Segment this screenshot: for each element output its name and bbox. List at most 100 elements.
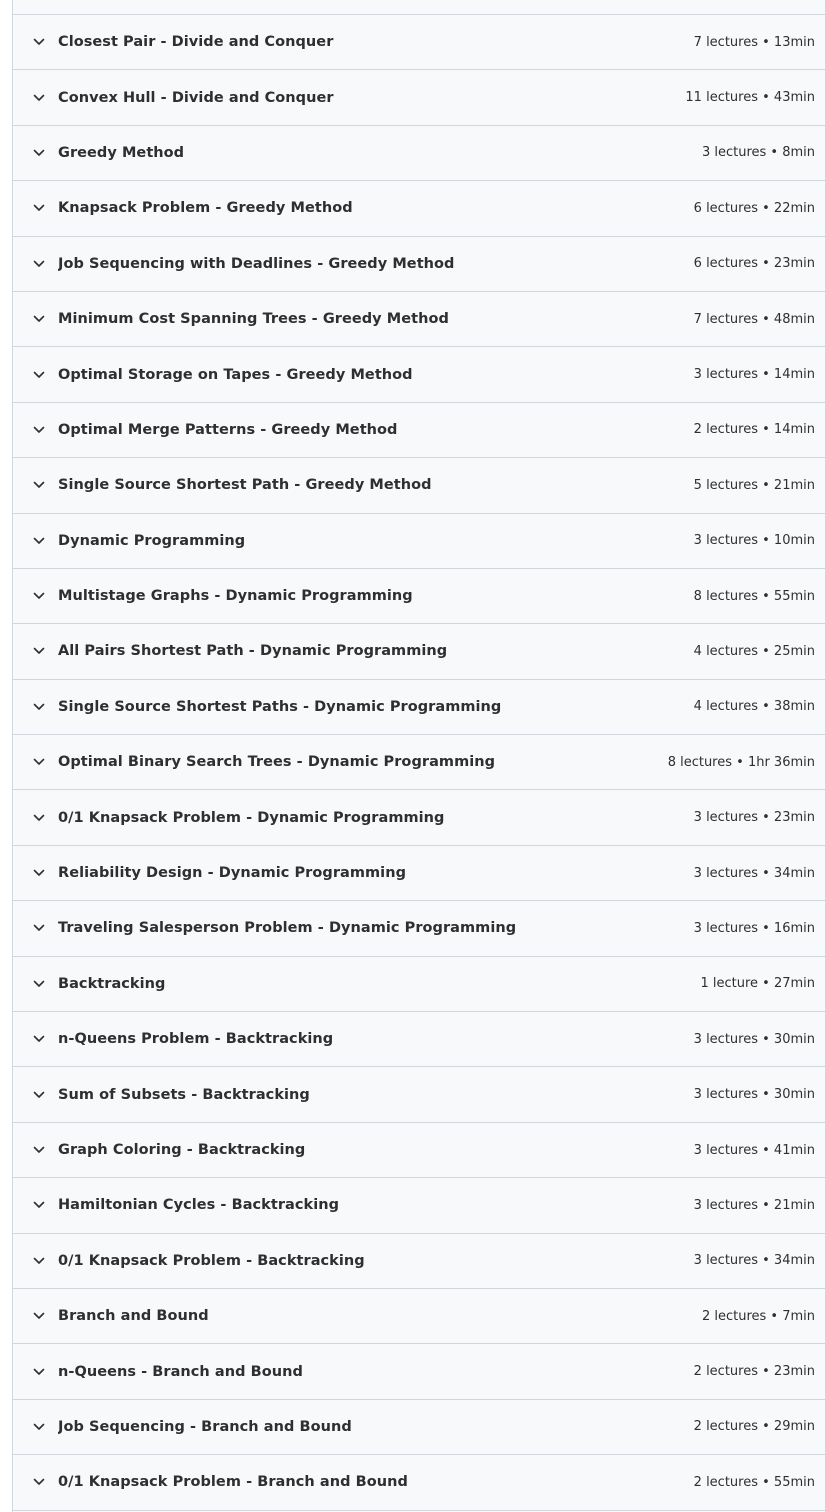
section-toggle-13[interactable]: Single Source Shortest Paths - Dynamic P… bbox=[13, 679, 825, 736]
section-toggle-21[interactable]: Graph Coloring - Backtracking 3 lectures… bbox=[13, 1122, 825, 1179]
chevron-down-icon bbox=[33, 701, 45, 713]
section-content-summary: 7 lectures • 48min bbox=[693, 311, 815, 327]
section-toggle-10[interactable]: Dynamic Programming 3 lectures • 10min bbox=[13, 513, 825, 569]
chevron-down-icon bbox=[33, 258, 45, 270]
chevron-down-icon bbox=[33, 1144, 45, 1156]
chevron-down-icon bbox=[33, 535, 45, 547]
previous-section-edge bbox=[13, 0, 825, 15]
section-toggle-18[interactable]: Backtracking 1 lecture • 27min bbox=[13, 956, 825, 1013]
section-content-summary: 1 lecture • 27min bbox=[700, 976, 815, 992]
section-title: All Pairs Shortest Path - Dynamic Progra… bbox=[58, 643, 448, 660]
section-title: Reliability Design - Dynamic Programming bbox=[58, 865, 406, 882]
chevron-down-icon bbox=[33, 645, 45, 657]
chevron-down-icon bbox=[33, 92, 45, 104]
chevron-down-icon bbox=[33, 1366, 45, 1378]
chevron-down-icon bbox=[33, 1310, 45, 1322]
section-title: Greedy Method bbox=[58, 144, 185, 161]
section-content-summary: 3 lectures • 21min bbox=[693, 1197, 815, 1213]
section-toggle-1[interactable]: Closest Pair - Divide and Conquer 7 lect… bbox=[13, 15, 825, 71]
section-toggle-3[interactable]: Greedy Method 3 lectures • 8min bbox=[13, 125, 825, 182]
section-title: Traveling Salesperson Problem - Dynamic … bbox=[58, 920, 517, 937]
section-title: n-Queens - Branch and Bound bbox=[58, 1363, 303, 1380]
section-title: Multistage Graphs - Dynamic Programming bbox=[58, 588, 413, 605]
section-title: Job Sequencing with Deadlines - Greedy M… bbox=[58, 255, 455, 272]
section-title: Closest Pair - Divide and Conquer bbox=[58, 34, 334, 51]
section-toggle-23[interactable]: 0/1 Knapsack Problem - Backtracking 3 le… bbox=[13, 1233, 825, 1289]
section-title: 0/1 Knapsack Problem - Dynamic Programmi… bbox=[58, 809, 445, 826]
section-content-summary: 4 lectures • 38min bbox=[693, 699, 815, 715]
section-toggle-19[interactable]: n-Queens Problem - Backtracking 3 lectur… bbox=[13, 1012, 825, 1068]
section-content-summary: 11 lectures • 43min bbox=[685, 90, 815, 106]
section-title: Dynamic Programming bbox=[58, 532, 246, 549]
section-toggle-9[interactable]: Single Source Shortest Path - Greedy Met… bbox=[13, 458, 825, 514]
section-toggle-17[interactable]: Traveling Salesperson Problem - Dynamic … bbox=[13, 901, 825, 957]
section-content-summary: 6 lectures • 22min bbox=[693, 200, 815, 216]
section-content-summary: 6 lectures • 23min bbox=[693, 256, 815, 272]
section-content-summary: 3 lectures • 34min bbox=[693, 1253, 815, 1269]
section-content-summary: 7 lectures • 13min bbox=[693, 34, 815, 50]
section-content-summary: 3 lectures • 34min bbox=[693, 865, 815, 881]
section-toggle-24[interactable]: Branch and Bound 2 lectures • 7min bbox=[13, 1288, 825, 1345]
section-toggle-22[interactable]: Hamiltonian Cycles - Backtracking 3 lect… bbox=[13, 1178, 825, 1234]
section-toggle-27[interactable]: 0/1 Knapsack Problem - Branch and Bound … bbox=[13, 1455, 825, 1511]
section-content-summary: 8 lectures • 1hr 36min bbox=[667, 754, 815, 770]
section-content-summary: 3 lectures • 10min bbox=[693, 533, 815, 549]
chevron-down-icon bbox=[33, 1033, 45, 1045]
section-toggle-20[interactable]: Sum of Subsets - Backtracking 3 lectures… bbox=[13, 1067, 825, 1123]
section-title: Branch and Bound bbox=[58, 1308, 209, 1325]
section-content-summary: 3 lectures • 30min bbox=[693, 1087, 815, 1103]
section-toggle-26[interactable]: Job Sequencing - Branch and Bound 2 lect… bbox=[13, 1399, 825, 1456]
section-toggle-2[interactable]: Convex Hull - Divide and Conquer 11 lect… bbox=[13, 70, 825, 126]
section-content-summary: 2 lectures • 29min bbox=[693, 1419, 815, 1435]
chevron-down-icon bbox=[33, 1255, 45, 1267]
chevron-down-icon bbox=[33, 1089, 45, 1101]
chevron-down-icon bbox=[33, 1199, 45, 1211]
section-title: Minimum Cost Spanning Trees - Greedy Met… bbox=[58, 311, 449, 328]
chevron-down-icon bbox=[33, 36, 45, 48]
section-toggle-16[interactable]: Reliability Design - Dynamic Programming… bbox=[13, 845, 825, 902]
section-toggle-15[interactable]: 0/1 Knapsack Problem - Dynamic Programmi… bbox=[13, 790, 825, 846]
section-title: Job Sequencing - Branch and Bound bbox=[58, 1418, 352, 1435]
section-content-summary: 2 lectures • 23min bbox=[693, 1364, 815, 1380]
section-toggle-14[interactable]: Optimal Binary Search Trees - Dynamic Pr… bbox=[13, 735, 825, 791]
chevron-down-icon bbox=[33, 756, 45, 768]
chevron-down-icon bbox=[33, 424, 45, 436]
section-toggle-11[interactable]: Multistage Graphs - Dynamic Programming … bbox=[13, 568, 825, 625]
section-toggle-5[interactable]: Job Sequencing with Deadlines - Greedy M… bbox=[13, 236, 825, 292]
section-title: Single Source Shortest Paths - Dynamic P… bbox=[58, 698, 502, 715]
section-content-summary: 5 lectures • 21min bbox=[693, 477, 815, 493]
section-toggle-7[interactable]: Optimal Storage on Tapes - Greedy Method… bbox=[13, 347, 825, 403]
section-toggle-12[interactable]: All Pairs Shortest Path - Dynamic Progra… bbox=[13, 624, 825, 680]
section-title: Optimal Merge Patterns - Greedy Method bbox=[58, 421, 398, 438]
section-content-summary: 4 lectures • 25min bbox=[693, 643, 815, 659]
section-title: Sum of Subsets - Backtracking bbox=[58, 1086, 310, 1103]
section-title: 0/1 Knapsack Problem - Branch and Bound bbox=[58, 1474, 408, 1491]
chevron-down-icon bbox=[33, 1421, 45, 1433]
section-title: 0/1 Knapsack Problem - Backtracking bbox=[58, 1252, 365, 1269]
section-title: Optimal Binary Search Trees - Dynamic Pr… bbox=[58, 754, 496, 771]
chevron-down-icon bbox=[33, 369, 45, 381]
chevron-down-icon bbox=[33, 978, 45, 990]
section-content-summary: 3 lectures • 30min bbox=[693, 1031, 815, 1047]
chevron-down-icon bbox=[33, 922, 45, 934]
section-toggle-8[interactable]: Optimal Merge Patterns - Greedy Method 2… bbox=[13, 402, 825, 459]
section-content-summary: 3 lectures • 8min bbox=[701, 145, 815, 161]
section-toggle-4[interactable]: Knapsack Problem - Greedy Method 6 lectu… bbox=[13, 181, 825, 237]
chevron-down-icon bbox=[33, 812, 45, 824]
section-toggle-6[interactable]: Minimum Cost Spanning Trees - Greedy Met… bbox=[13, 291, 825, 348]
section-toggle-25[interactable]: n-Queens - Branch and Bound 2 lectures •… bbox=[13, 1344, 825, 1400]
section-content-summary: 8 lectures • 55min bbox=[693, 588, 815, 604]
chevron-down-icon bbox=[33, 202, 45, 214]
section-content-summary: 2 lectures • 14min bbox=[693, 422, 815, 438]
chevron-down-icon bbox=[33, 1476, 45, 1488]
section-title: Convex Hull - Divide and Conquer bbox=[58, 89, 334, 106]
chevron-down-icon bbox=[33, 590, 45, 602]
section-title: n-Queens Problem - Backtracking bbox=[58, 1031, 334, 1048]
section-list: Closest Pair - Divide and Conquer 7 lect… bbox=[13, 15, 825, 1511]
section-content-summary: 3 lectures • 14min bbox=[693, 367, 815, 383]
section-content-summary: 2 lectures • 55min bbox=[693, 1474, 815, 1490]
course-curriculum: Closest Pair - Divide and Conquer 7 lect… bbox=[12, 0, 825, 1512]
section-title: Knapsack Problem - Greedy Method bbox=[58, 200, 353, 217]
chevron-down-icon bbox=[33, 147, 45, 159]
section-title: Backtracking bbox=[58, 975, 166, 992]
